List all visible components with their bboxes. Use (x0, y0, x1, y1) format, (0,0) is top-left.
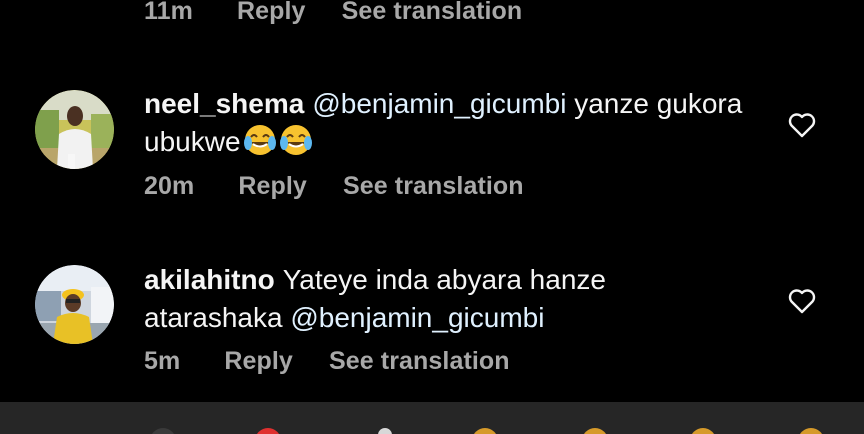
comment-body: neel_shema @benjamin_gicumbi yanze gukora… (144, 85, 744, 161)
mention-link[interactable]: @benjamin_gicumbi (312, 88, 566, 119)
mention-link[interactable]: @benjamin_gicumbi (290, 302, 544, 333)
reply-button[interactable]: Reply (238, 172, 307, 201)
reaction-emoji-icon[interactable] (378, 428, 392, 434)
comment-time: 20m (144, 172, 195, 200)
comments-page: 11m Reply See translation neel_shema @be… (0, 0, 864, 434)
reply-button[interactable]: Reply (237, 0, 306, 26)
face-with-tears-of-joy-icon (243, 125, 276, 155)
reply-button[interactable]: Reply (224, 347, 293, 376)
see-translation-button[interactable]: See translation (343, 172, 524, 201)
quick-reaction-bar (0, 402, 864, 434)
comment-username[interactable]: neel_shema (144, 88, 304, 119)
comment-body: akilahitno Yateye inda abyara hanze atara… (144, 261, 744, 337)
reaction-emoji-icon[interactable] (582, 428, 608, 434)
reaction-emoji-icon[interactable] (255, 428, 281, 434)
comment-username[interactable]: akilahitno (144, 264, 275, 295)
comment-meta: 5m Reply See translation (144, 347, 510, 376)
comment-time: 11m (144, 0, 193, 25)
avatar[interactable] (35, 265, 114, 344)
reaction-emoji-icon[interactable] (798, 428, 824, 434)
heart-outline-icon[interactable] (787, 111, 817, 139)
face-with-tears-of-joy-icon (279, 125, 312, 155)
previous-comment-meta: 11m Reply See translation (144, 0, 522, 26)
heart-outline-icon[interactable] (787, 287, 817, 315)
see-translation-button[interactable]: See translation (329, 347, 510, 376)
reaction-emoji-icon[interactable] (150, 428, 176, 434)
comment-meta: 20m Reply See translation (144, 172, 524, 201)
comment-time: 5m (144, 347, 181, 375)
see-translation-button[interactable]: See translation (342, 0, 523, 26)
avatar[interactable] (35, 90, 114, 169)
reaction-emoji-icon[interactable] (472, 428, 498, 434)
reaction-emoji-icon[interactable] (690, 428, 716, 434)
